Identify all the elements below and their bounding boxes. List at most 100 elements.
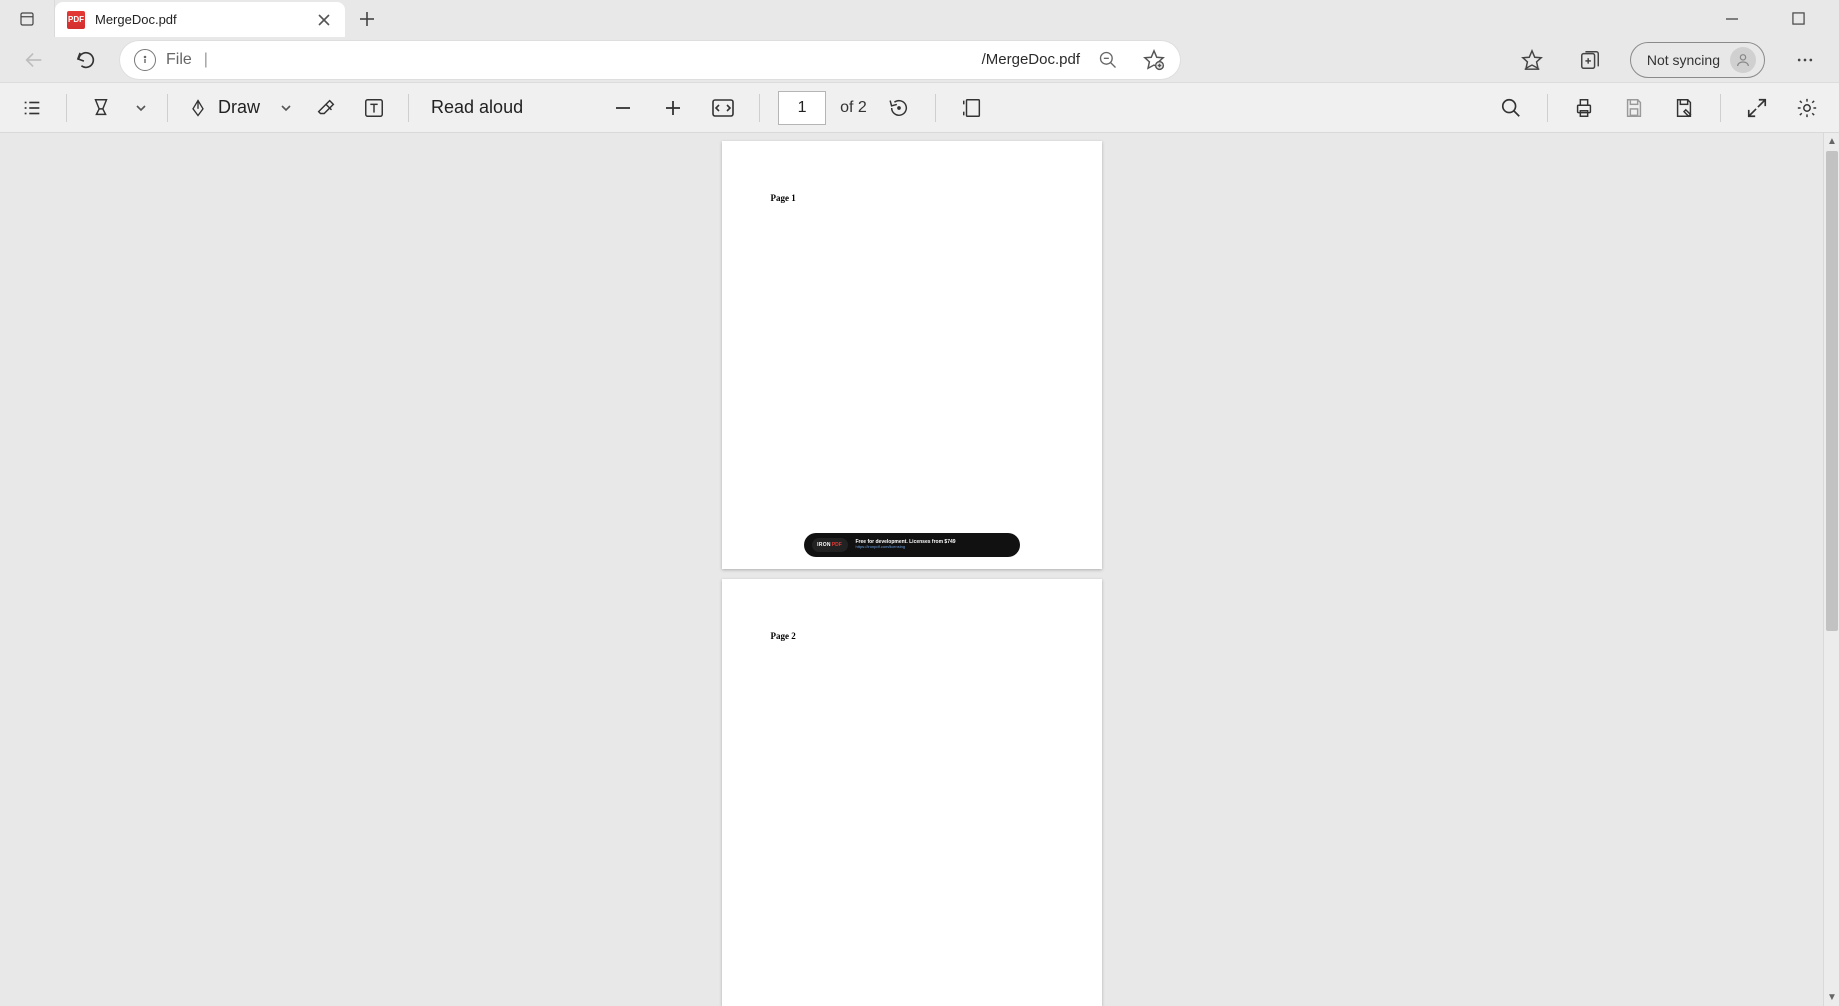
divider [1720,94,1721,122]
highlight-button[interactable] [83,90,119,126]
plus-icon [664,99,682,117]
page-view-icon [961,97,983,119]
tab-actions-button[interactable] [0,0,55,37]
sync-label: Not syncing [1647,52,1720,68]
eraser-icon [315,97,337,119]
page-number-input[interactable] [778,91,826,125]
vertical-scrollbar[interactable]: ▲ ▼ [1823,133,1839,1006]
rotate-button[interactable] [881,90,917,126]
highlight-dropdown-button[interactable] [131,90,151,126]
nav-refresh-button[interactable] [68,42,104,78]
profile-avatar-icon [1730,47,1756,73]
browser-right-icons: Not syncing [1514,42,1823,78]
erase-button[interactable] [308,90,344,126]
address-path: /MergeDoc.pdf [982,51,1080,68]
find-button[interactable] [1493,90,1529,126]
address-cursor: | [204,51,208,69]
divider [167,94,168,122]
address-scheme: File [166,51,192,69]
ironpdf-logo-icon: IRON PDF [812,538,848,552]
page-view-button[interactable] [954,90,990,126]
zoom-in-button[interactable] [655,90,691,126]
info-icon [140,55,150,65]
fullscreen-button[interactable] [1739,90,1775,126]
new-tab-button[interactable] [345,0,389,37]
search-icon [1500,97,1522,119]
browser-menu-button[interactable] [1787,42,1823,78]
ironpdf-watermark: IRON PDF Free for development. Licenses … [804,533,1020,557]
save-as-button[interactable] [1666,90,1702,126]
draw-dropdown-button[interactable] [276,90,296,126]
draw-button[interactable]: Draw [184,90,264,126]
favorites-icon [1521,49,1543,71]
star-plus-icon [1143,49,1165,71]
draw-label: Draw [218,97,260,118]
rotate-icon [888,97,910,119]
divider [408,94,409,122]
page-count-label: of 2 [840,99,867,117]
site-info-button[interactable] [134,49,156,71]
pdf-page-1: Page 1 IRON PDF Free for development. Li… [722,141,1102,569]
expand-icon [1746,97,1768,119]
fit-width-button[interactable] [705,90,741,126]
scroll-down-button[interactable]: ▼ [1824,989,1839,1006]
text-box-icon [363,97,385,119]
window-minimize-button[interactable] [1709,3,1755,35]
chevron-down-icon [280,102,292,114]
collections-icon [1579,49,1601,71]
tab-actions-icon [18,10,36,28]
logo-iron: IRON [817,542,831,548]
pen-icon [188,97,208,119]
refresh-icon [75,49,97,71]
pdf-settings-button[interactable] [1789,90,1825,126]
print-button[interactable] [1566,90,1602,126]
highlighter-icon [90,97,112,119]
page1-heading: Page 1 [771,193,796,203]
pdf-favicon-icon: PDF [67,11,85,29]
profile-sync-button[interactable]: Not syncing [1630,42,1765,78]
add-text-button[interactable] [356,90,392,126]
window-controls [1709,0,1833,37]
pdf-page-2: Page 2 [722,579,1102,1006]
browser-titlebar: PDF MergeDoc.pdf [0,0,1839,37]
address-bar[interactable]: File | /MergeDoc.pdf [120,41,1180,79]
zoom-out-indicator-button[interactable] [1090,44,1126,76]
zoom-out-button[interactable] [605,90,641,126]
plus-icon [359,11,375,27]
save-icon [1623,97,1645,119]
scrollbar-thumb[interactable] [1826,151,1838,631]
page-controls: of 2 [605,90,990,126]
window-maximize-button[interactable] [1775,3,1821,35]
close-icon [318,14,330,26]
chevron-down-icon [135,102,147,114]
divider [935,94,936,122]
favorites-button[interactable] [1514,42,1550,78]
arrow-left-icon [23,49,45,71]
page2-heading: Page 2 [771,631,796,641]
browser-toolbar: File | /MergeDoc.pdf Not syncing [0,37,1839,83]
browser-tab[interactable]: PDF MergeDoc.pdf [55,2,345,37]
pdf-right-tools [1493,90,1825,126]
tab-close-button[interactable] [313,9,335,31]
magnifier-minus-icon [1098,50,1118,70]
save-button[interactable] [1616,90,1652,126]
pdf-viewport[interactable]: Page 1 IRON PDF Free for development. Li… [0,133,1823,1006]
divider [759,94,760,122]
contents-button[interactable] [14,90,50,126]
read-aloud-button[interactable]: Read aloud [425,90,529,126]
scroll-up-button[interactable]: ▲ [1824,133,1839,150]
printer-icon [1573,97,1595,119]
watermark-line2: https://ironpdf.com/licensing [856,545,956,549]
pdf-toolbar: Draw Read aloud of 2 [0,83,1839,133]
save-edit-icon [1673,97,1695,119]
minimize-icon [1725,12,1739,26]
logo-pdf: PDF [832,542,842,548]
fit-width-icon [711,98,735,118]
favorite-add-button[interactable] [1136,44,1172,76]
gear-icon [1796,97,1818,119]
divider [1547,94,1548,122]
divider [66,94,67,122]
collections-button[interactable] [1572,42,1608,78]
nav-back-button[interactable] [16,42,52,78]
maximize-icon [1792,12,1805,25]
